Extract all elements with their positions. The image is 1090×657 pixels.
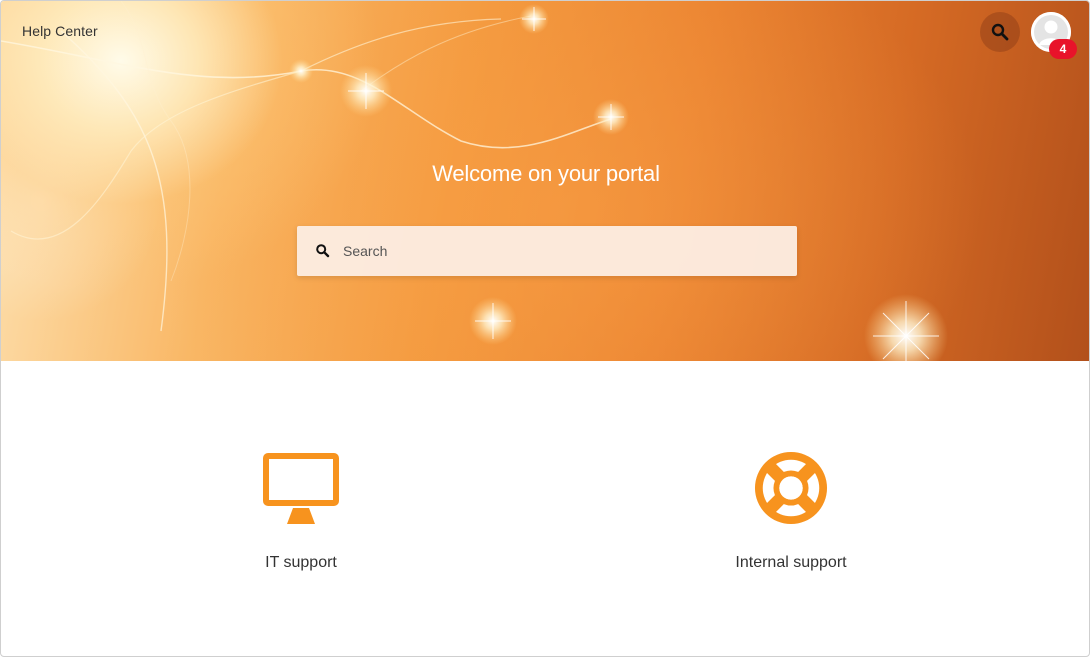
search-input[interactable]	[343, 226, 783, 276]
category-it-support[interactable]: IT support	[201, 451, 401, 572]
category-label: IT support	[265, 554, 337, 571]
monitor-icon	[263, 453, 339, 524]
header-search-button[interactable]	[980, 12, 1020, 52]
help-center-window: Help Center 4 Welcome on your portal Sea…	[0, 0, 1090, 657]
lifebuoy-icon	[754, 451, 828, 525]
notification-badge[interactable]: 4	[1049, 39, 1077, 59]
brand-title[interactable]: Help Center	[22, 23, 98, 39]
hero-banner: Help Center 4 Welcome on your portal	[1, 1, 1089, 361]
search-icon	[315, 243, 331, 259]
category-label: Internal support	[735, 554, 847, 571]
search-icon	[991, 23, 1009, 41]
hero-search-box[interactable]	[297, 226, 797, 276]
category-internal-support[interactable]: Internal support	[691, 451, 891, 572]
hero-title: Welcome on your portal	[432, 161, 660, 186]
